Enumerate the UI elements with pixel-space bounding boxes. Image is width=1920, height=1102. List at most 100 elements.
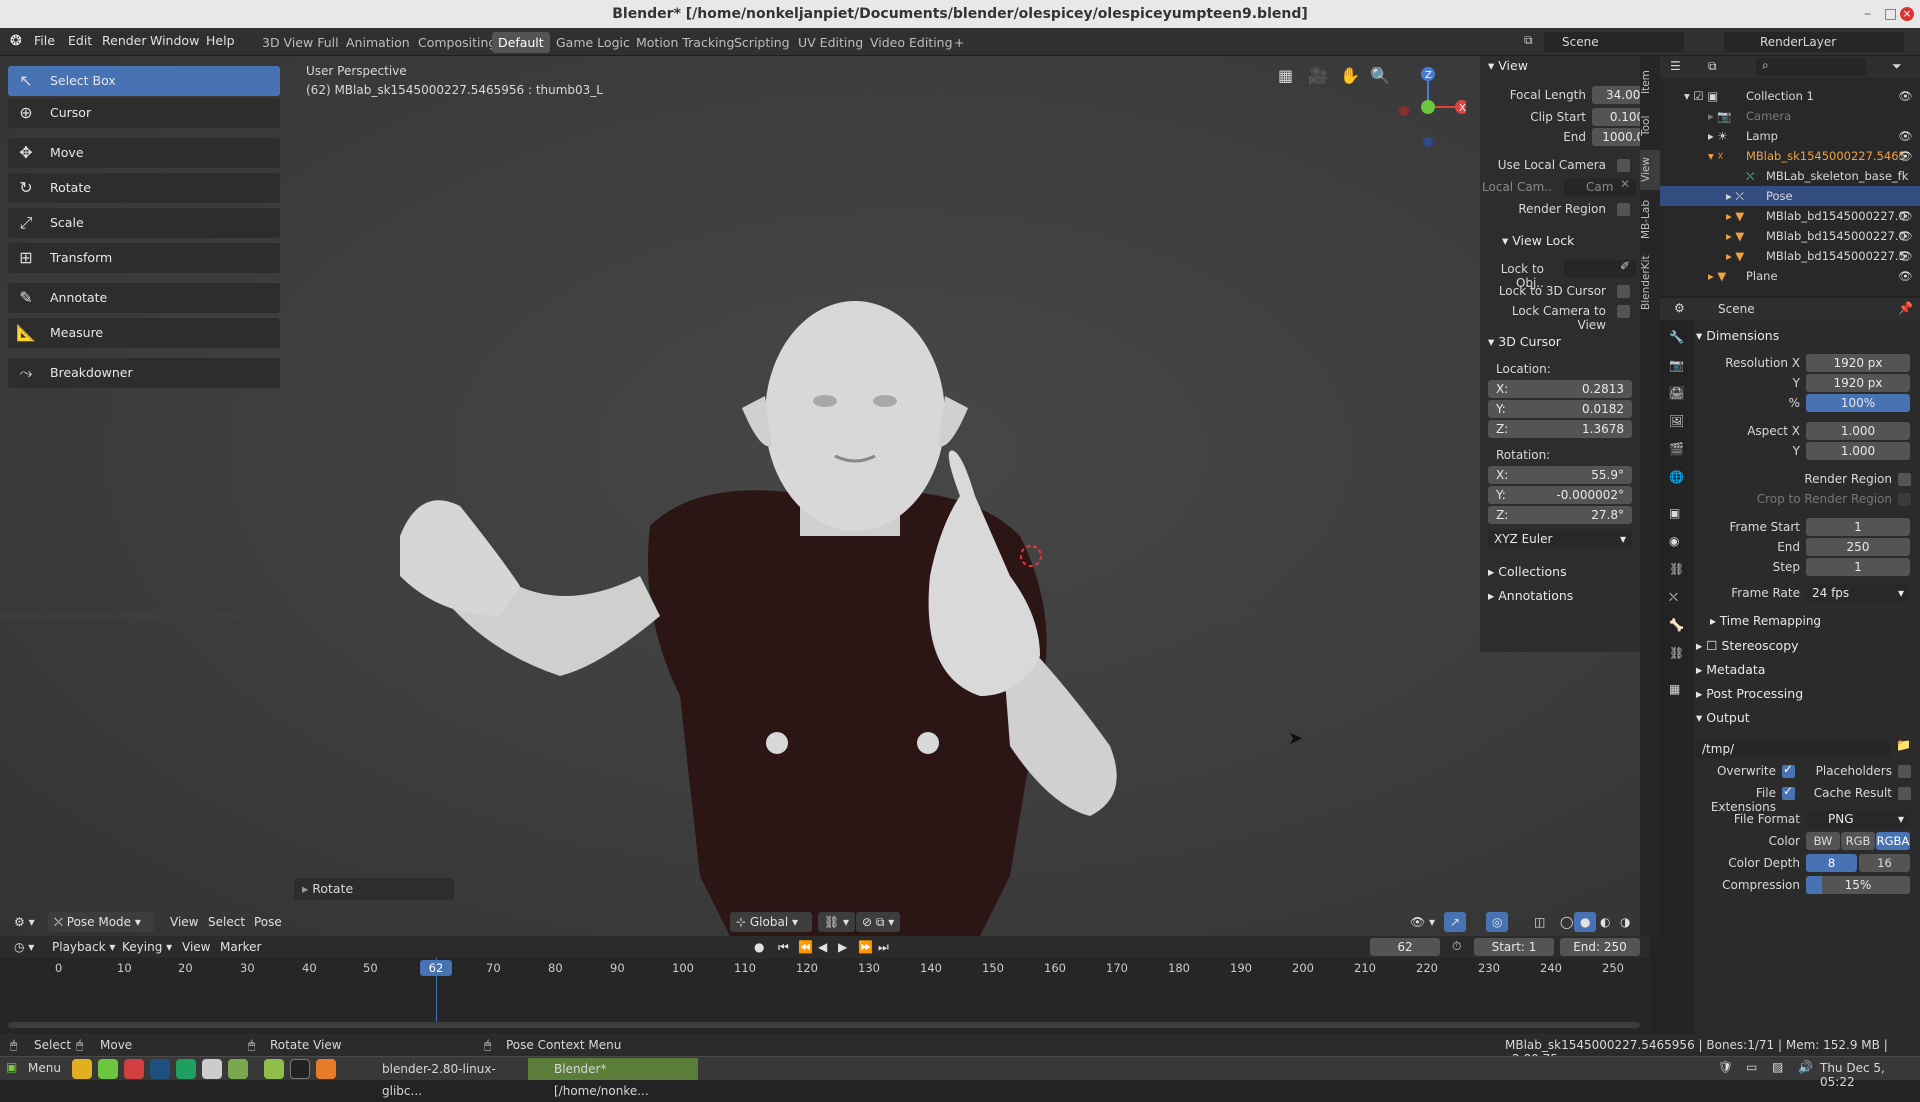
add-workspace-button[interactable]: + bbox=[948, 32, 970, 53]
cursor-loc-y-field[interactable]: Y: 0.0182 bbox=[1488, 400, 1632, 418]
pan-hand-icon[interactable]: ✋ bbox=[1340, 66, 1360, 85]
eyedropper-icon[interactable]: ✐ bbox=[1620, 259, 1630, 273]
outliner-row-lamp[interactable]: ▸ ☀ Lamp 👁 bbox=[1660, 126, 1920, 146]
frame-rate-select[interactable]: 24 fps ▾ bbox=[1806, 584, 1910, 602]
output-path-field[interactable]: /tmp/ bbox=[1696, 740, 1890, 758]
world-props-icon[interactable]: 🌐 bbox=[1669, 470, 1684, 484]
xray-icon[interactable]: ◫ bbox=[1528, 912, 1551, 932]
mint-logo-icon[interactable]: ▣ bbox=[6, 1060, 17, 1074]
mode-select[interactable]: ⛌ Pose Mode ▾ bbox=[48, 912, 154, 932]
cursor-rot-x-field[interactable]: X: 55.9° bbox=[1488, 466, 1632, 484]
outliner-row-body-2[interactable]: ▸ ▼ MBlab_bd1545000227.5 👁 bbox=[1660, 246, 1920, 266]
snap-icon[interactable]: ⊘ ⧉ ▾ bbox=[856, 912, 901, 932]
view-lock-header[interactable]: ▾ View Lock bbox=[1502, 233, 1574, 248]
resolution-percent-field[interactable]: 100% bbox=[1806, 394, 1910, 412]
timeline-editor-icon[interactable]: ◷ ▾ bbox=[8, 937, 40, 957]
modifier-props-icon[interactable]: ◉ bbox=[1669, 534, 1679, 548]
menu-help[interactable]: Help bbox=[206, 33, 235, 48]
tab-compositing[interactable]: Compositing bbox=[412, 32, 502, 53]
frame-end-field[interactable]: 250 bbox=[1806, 538, 1910, 556]
depth-8-button[interactable]: 8 bbox=[1806, 854, 1857, 872]
playhead-frame[interactable]: 62 bbox=[420, 960, 452, 976]
render-props-icon[interactable]: 📷 bbox=[1669, 358, 1684, 372]
filter-icon[interactable]: ⏷ bbox=[1892, 59, 1902, 74]
last-operator-panel[interactable]: ▸ Rotate bbox=[294, 878, 454, 900]
menu-timeline-view[interactable]: View bbox=[176, 937, 216, 957]
constraint-props-icon[interactable]: ⛓ bbox=[1669, 562, 1684, 576]
tab-video-editing[interactable]: Video Editing bbox=[864, 32, 959, 53]
stereoscopy-header[interactable]: ▸ ☐ Stereoscopy bbox=[1696, 638, 1799, 653]
post-processing-header[interactable]: ▸ Post Processing bbox=[1696, 686, 1803, 701]
outliner-row-body-0[interactable]: ▸ ▼ MBlab_bd1545000227.0 👁 bbox=[1660, 206, 1920, 226]
steam-icon[interactable] bbox=[150, 1059, 170, 1079]
outliner-search[interactable]: ⌕ bbox=[1756, 58, 1866, 76]
task-blender[interactable]: Blender* [/home/nonke... bbox=[528, 1058, 698, 1098]
tool-measure[interactable]: 📐 Measure bbox=[8, 318, 280, 348]
menu-pose[interactable]: Pose bbox=[248, 912, 288, 932]
tab-default[interactable]: Default bbox=[492, 32, 550, 53]
tool-props-icon[interactable]: 🔧 bbox=[1669, 330, 1684, 344]
texture-props-icon[interactable]: ▦ bbox=[1669, 682, 1680, 696]
volume-icon[interactable]: 🔊 bbox=[1798, 1060, 1813, 1074]
color-rgba-button[interactable]: RGBA bbox=[1876, 832, 1910, 850]
editor-type-icon[interactable]: ⚙ bbox=[1674, 301, 1685, 315]
app-launcher-1-icon[interactable] bbox=[72, 1059, 92, 1079]
menu-render[interactable]: Render bbox=[102, 33, 147, 48]
cache-result-checkbox[interactable] bbox=[1898, 787, 1911, 800]
tab-view[interactable]: View bbox=[1640, 150, 1660, 190]
tab-animation[interactable]: Animation bbox=[340, 32, 416, 53]
folder-icon[interactable]: 📁 bbox=[1896, 738, 1911, 752]
annotations-header[interactable]: ▸ Annotations bbox=[1488, 588, 1573, 603]
grid-view-icon[interactable]: ▦ bbox=[1278, 66, 1293, 85]
shield-icon[interactable]: 🛡 bbox=[1718, 1060, 1733, 1074]
task-file-manager[interactable]: blender-2.80-linux-glibc... bbox=[354, 1058, 524, 1098]
scene-selector[interactable]: Scene bbox=[1544, 32, 1684, 52]
crop-region-checkbox[interactable] bbox=[1898, 493, 1911, 506]
tool-scale[interactable]: ⤢ Scale bbox=[8, 208, 280, 238]
app-launcher-3-icon[interactable] bbox=[124, 1059, 144, 1079]
pivot-icon[interactable]: ⛓ ▾ bbox=[818, 912, 856, 932]
end-frame-field[interactable]: End: 250 bbox=[1560, 938, 1640, 956]
tool-rotate[interactable]: ↻ Rotate bbox=[8, 173, 280, 203]
editor-type-icon[interactable]: ⚙ ▾ bbox=[8, 912, 41, 932]
cursor-rot-y-field[interactable]: Y: -0.000002° bbox=[1488, 486, 1632, 504]
app-launcher-6-icon[interactable] bbox=[202, 1059, 222, 1079]
tool-breakdowner[interactable]: ⤳ Breakdowner bbox=[8, 358, 280, 388]
tool-select-box[interactable]: ↖ Select Box bbox=[8, 66, 280, 96]
view-layer-props-icon[interactable]: 🖼 bbox=[1669, 414, 1684, 428]
output-props-icon[interactable]: 🖨 bbox=[1669, 386, 1685, 400]
blender-logo-icon[interactable]: ❂ bbox=[10, 33, 22, 49]
play-reverse-button[interactable]: ◀ bbox=[812, 937, 833, 957]
dimensions-header[interactable]: ▾ Dimensions bbox=[1696, 328, 1779, 343]
tab-game-logic[interactable]: Game Logic bbox=[550, 32, 636, 53]
menu-select[interactable]: Select bbox=[202, 912, 251, 932]
display-icon[interactable]: ▭ bbox=[1746, 1060, 1757, 1074]
color-bw-button[interactable]: BW bbox=[1806, 832, 1840, 850]
tool-move[interactable]: ✥ Move bbox=[8, 138, 280, 168]
lock-camera-view-checkbox[interactable] bbox=[1617, 305, 1630, 318]
camera-view-icon[interactable]: 🎥 bbox=[1308, 66, 1328, 85]
resolution-x-field[interactable]: 1920 px bbox=[1806, 354, 1910, 372]
outliner-row-body-1[interactable]: ▸ ▼ MBlab_bd1545000227.0 👁 bbox=[1660, 226, 1920, 246]
resolution-y-field[interactable]: 1920 px bbox=[1806, 374, 1910, 392]
aspect-y-field[interactable]: 1.000 bbox=[1806, 442, 1910, 460]
bone-constraint-icon[interactable]: ⛓ bbox=[1669, 646, 1684, 660]
play-button[interactable]: ▶ bbox=[832, 937, 853, 957]
cursor-rot-z-field[interactable]: Z: 27.8° bbox=[1488, 506, 1632, 524]
time-remapping-header[interactable]: ▸ Time Remapping bbox=[1710, 614, 1821, 628]
bone-props-icon[interactable]: 🦴 bbox=[1669, 618, 1684, 632]
maximize-button[interactable]: □ bbox=[1884, 0, 1897, 28]
scene-browse-icon[interactable]: ⧉ bbox=[1524, 33, 1533, 48]
frame-ruler[interactable]: 0102030405067080901001101201301401501601… bbox=[0, 958, 1650, 978]
color-rgb-button[interactable]: RGB bbox=[1841, 832, 1875, 850]
data-props-icon[interactable]: ⛌ bbox=[1669, 590, 1678, 605]
start-menu-button[interactable]: Menu bbox=[28, 1061, 61, 1075]
menu-keying[interactable]: Keying ▾ bbox=[116, 937, 178, 957]
timeline-scrollbar[interactable] bbox=[8, 1022, 1640, 1028]
jump-end-button[interactable]: ⏭ bbox=[872, 937, 895, 957]
scene-props-icon[interactable]: 🎬 bbox=[1669, 442, 1684, 456]
menu-window[interactable]: Window bbox=[150, 33, 199, 48]
image-icon[interactable]: ▨ bbox=[1772, 1060, 1783, 1074]
depth-16-button[interactable]: 16 bbox=[1859, 854, 1910, 872]
tab-tool[interactable]: Tool bbox=[1640, 106, 1660, 146]
